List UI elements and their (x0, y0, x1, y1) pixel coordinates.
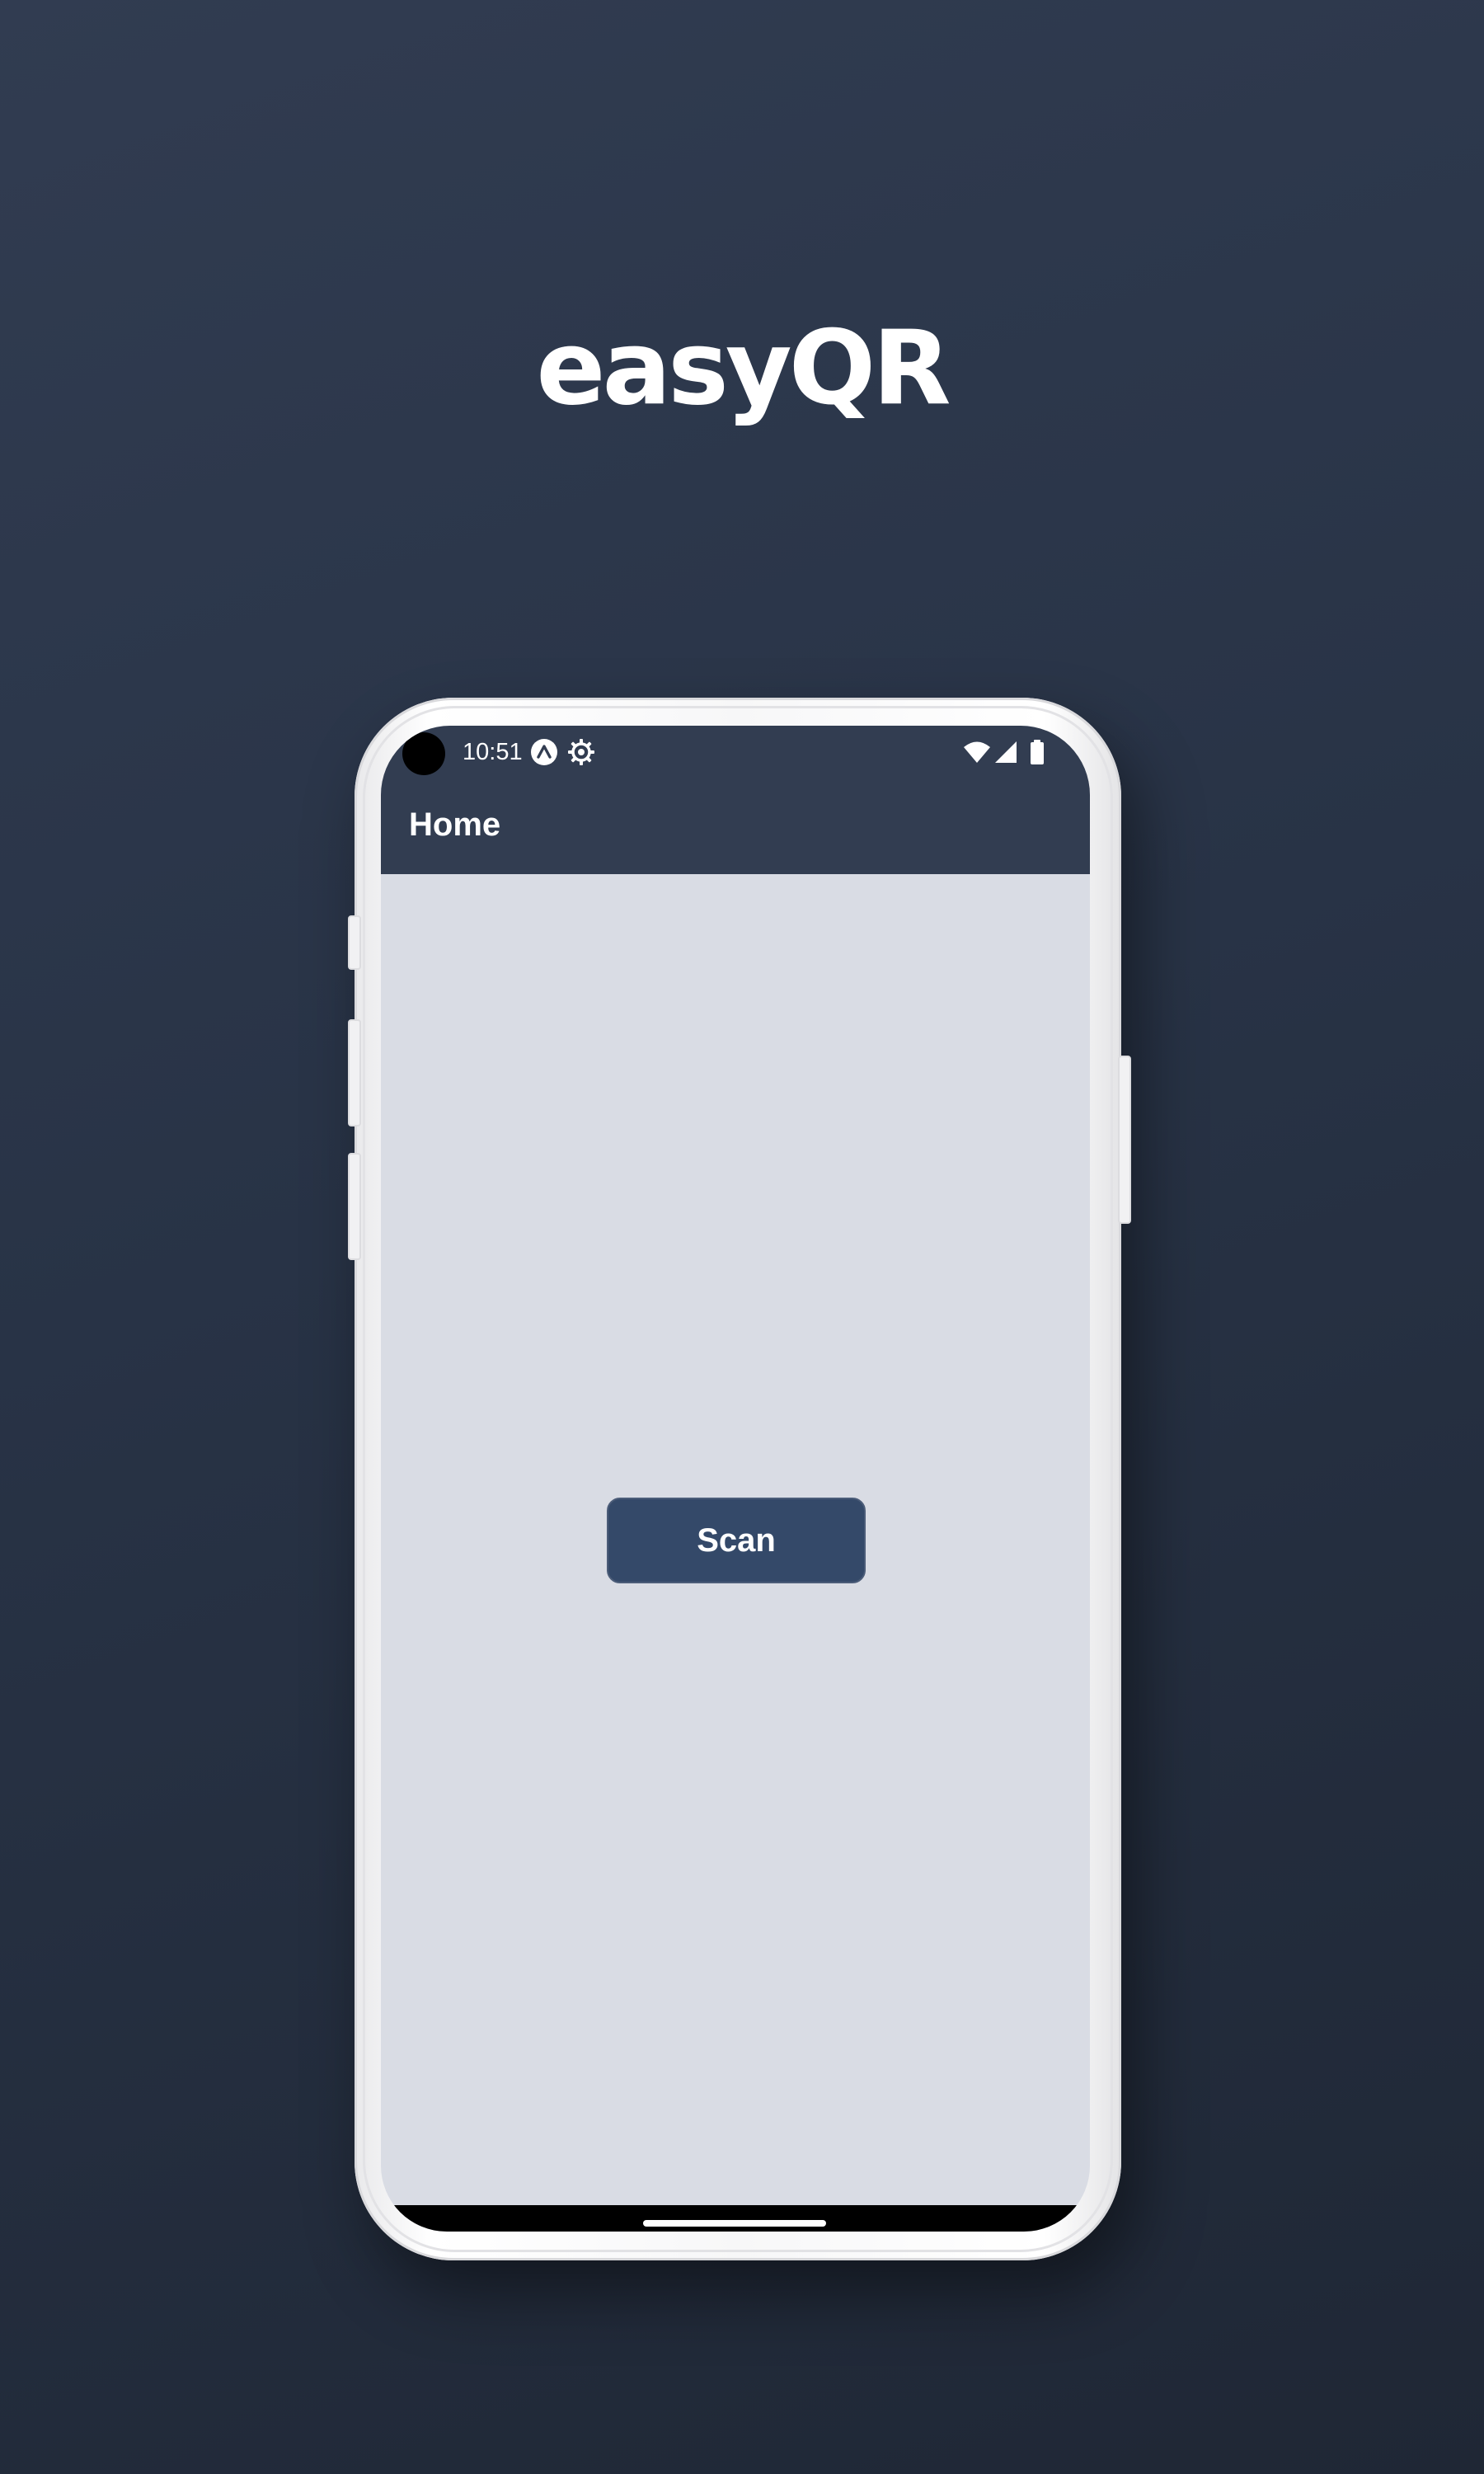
navigation-bar (381, 2205, 1090, 2232)
home-gesture-handle[interactable] (643, 2220, 826, 2227)
signal-icon (995, 741, 1017, 763)
app-notification-icon (531, 739, 557, 765)
app-bar-title: Home (409, 807, 501, 843)
camera-hole (402, 732, 445, 775)
power-button (348, 915, 361, 970)
promo-title: easyQR (536, 309, 951, 428)
phone-screen: 10:51 Home Scan (381, 726, 1090, 2232)
status-bar: 10:51 (381, 726, 1090, 775)
battery-icon (1031, 740, 1044, 764)
volume-down-button (348, 1153, 361, 1260)
scan-button[interactable]: Scan (607, 1498, 866, 1583)
volume-up-button (348, 1019, 361, 1126)
side-key (1118, 1056, 1131, 1224)
settings-gear-icon (568, 739, 594, 765)
wifi-icon (964, 741, 990, 763)
app-header: 10:51 Home (381, 726, 1090, 874)
status-time: 10:51 (463, 739, 523, 765)
